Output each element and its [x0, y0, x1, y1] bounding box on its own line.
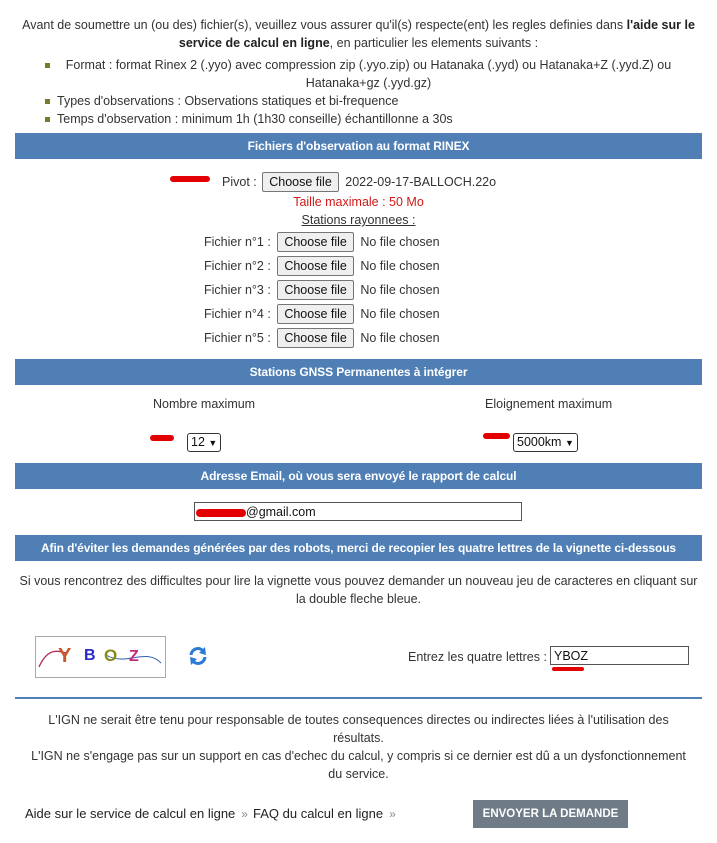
file-label: Fichier n°4 :	[204, 307, 271, 321]
bullet-icon	[45, 117, 50, 122]
no-file-text: No file chosen	[360, 259, 440, 273]
divider	[15, 697, 702, 699]
nombre-select-box[interactable]: 12 ▼	[187, 433, 222, 452]
eloignement-select-box[interactable]: 5000km ▼	[513, 433, 578, 452]
disclaimer-support: L'IGN ne s'engage pas sur un support en …	[31, 749, 686, 781]
disclaimer: L'IGN ne serait être tenu pour responsab…	[30, 711, 687, 783]
captcha-input[interactable]: YBOZ	[550, 646, 689, 665]
disclaimer-responsibility: L'IGN ne serait être tenu pour responsab…	[48, 713, 669, 745]
eloignement-label: Eloignement maximum	[485, 397, 613, 411]
stations-title: Stations rayonnees :	[301, 213, 416, 227]
captcha-image: Y B O Z	[35, 636, 166, 678]
rinex-section-header: Fichiers d'observation au format RINEX	[15, 133, 702, 159]
bullet-icon	[45, 99, 50, 104]
enter-letters-label: Entrez les quatre lettres :	[408, 650, 547, 664]
requirement-format: Format : format Rinex 2 (.yyo) avec comp…	[65, 58, 672, 90]
choose-file-button-2[interactable]: Choose file	[277, 256, 354, 276]
refresh-captcha-icon[interactable]	[187, 645, 209, 670]
gnss-section-header: Stations GNSS Permanentes à intégrer	[15, 359, 702, 385]
help-link-text[interactable]: Aide sur le service de calcul en ligne	[25, 806, 235, 821]
requirement-types: Types d'observations : Observations stat…	[57, 94, 399, 108]
list-item: Types d'observations : Observations stat…	[15, 92, 702, 110]
file-label: Fichier n°5 :	[204, 331, 271, 345]
redaction-mark	[150, 435, 174, 441]
requirements-list: Format : format Rinex 2 (.yyo) avec comp…	[15, 56, 702, 128]
eloignement-value: 5000km	[517, 435, 562, 449]
redaction-mark	[170, 176, 210, 182]
intro-text-after: , en particulier les elements suivants :	[329, 36, 539, 50]
nombre-label: Nombre maximum	[153, 397, 256, 411]
nombre-select[interactable]: 12 ▼	[187, 433, 222, 452]
captcha-letter: Z	[129, 648, 139, 665]
choose-file-button-1[interactable]: Choose file	[277, 232, 354, 252]
file-row-3: Fichier n°3 : Choose file No file chosen	[204, 280, 440, 300]
chevron-down-icon: ▼	[208, 438, 218, 448]
list-item: Temps d'observation : minimum 1h (1h30 c…	[15, 110, 702, 128]
captcha-letter: Y	[58, 645, 72, 667]
list-item: Format : format Rinex 2 (.yyo) avec comp…	[15, 56, 702, 92]
no-file-text: No file chosen	[360, 307, 440, 321]
eloignement-select[interactable]: 5000km ▼	[513, 433, 578, 452]
no-file-text: No file chosen	[360, 283, 440, 297]
nombre-value: 12	[191, 435, 205, 449]
file-row-2: Fichier n°2 : Choose file No file chosen	[204, 256, 440, 276]
bullet-icon	[45, 63, 50, 68]
chevron-down-icon: ▼	[564, 438, 574, 448]
intro-section: Avant de soumettre un (ou des) fichier(s…	[15, 0, 702, 128]
faq-link[interactable]: FAQ du calcul en ligne »	[253, 806, 396, 821]
file-label: Fichier n°3 :	[204, 283, 271, 297]
no-file-text: No file chosen	[360, 235, 440, 249]
help-link[interactable]: Aide sur le service de calcul en ligne »	[25, 806, 248, 821]
max-size-note: Taille maximale : 50 Mo	[293, 195, 424, 209]
choose-file-button-5[interactable]: Choose file	[277, 328, 354, 348]
captcha-letter: B	[84, 647, 96, 664]
file-row-1: Fichier n°1 : Choose file No file chosen	[204, 232, 440, 252]
choose-file-button-4[interactable]: Choose file	[277, 304, 354, 324]
redaction-mark	[483, 433, 510, 439]
choose-file-button-3[interactable]: Choose file	[277, 280, 354, 300]
captcha-help: Si vous rencontrez des difficultes pour …	[19, 574, 698, 606]
file-label: Fichier n°2 :	[204, 259, 271, 273]
redaction-mark	[196, 509, 246, 517]
pivot-row: Pivot : Choose file 2022-09-17-BALLOCH.2…	[222, 172, 496, 192]
pivot-label: Pivot :	[222, 175, 257, 189]
email-value: @gmail.com	[246, 505, 316, 519]
email-section-header: Adresse Email, où vous sera envoyé le ra…	[15, 463, 702, 489]
captcha-letter: O	[104, 646, 118, 665]
requirement-time: Temps d'observation : minimum 1h (1h30 c…	[57, 112, 453, 126]
captcha-noise	[38, 650, 162, 668]
file-row-4: Fichier n°4 : Choose file No file chosen	[204, 304, 440, 324]
raquo-icon: »	[389, 807, 396, 821]
pivot-file-name: 2022-09-17-BALLOCH.22o	[345, 175, 497, 189]
faq-link-text[interactable]: FAQ du calcul en ligne	[253, 806, 383, 821]
redaction-mark	[552, 667, 584, 671]
no-file-text: No file chosen	[360, 331, 440, 345]
file-label: Fichier n°1 :	[204, 235, 271, 249]
submit-button[interactable]: ENVOYER LA DEMANDE	[473, 800, 628, 828]
intro-text-before: Avant de soumettre un (ou des) fichier(s…	[22, 18, 627, 32]
raquo-icon: »	[241, 807, 248, 821]
pivot-choose-file-button[interactable]: Choose file	[262, 172, 339, 192]
intro-text: Avant de soumettre un (ou des) fichier(s…	[15, 0, 702, 52]
captcha-section-header: Afin d'éviter les demandes générées par …	[15, 535, 702, 561]
file-row-5: Fichier n°5 : Choose file No file chosen	[204, 328, 440, 348]
